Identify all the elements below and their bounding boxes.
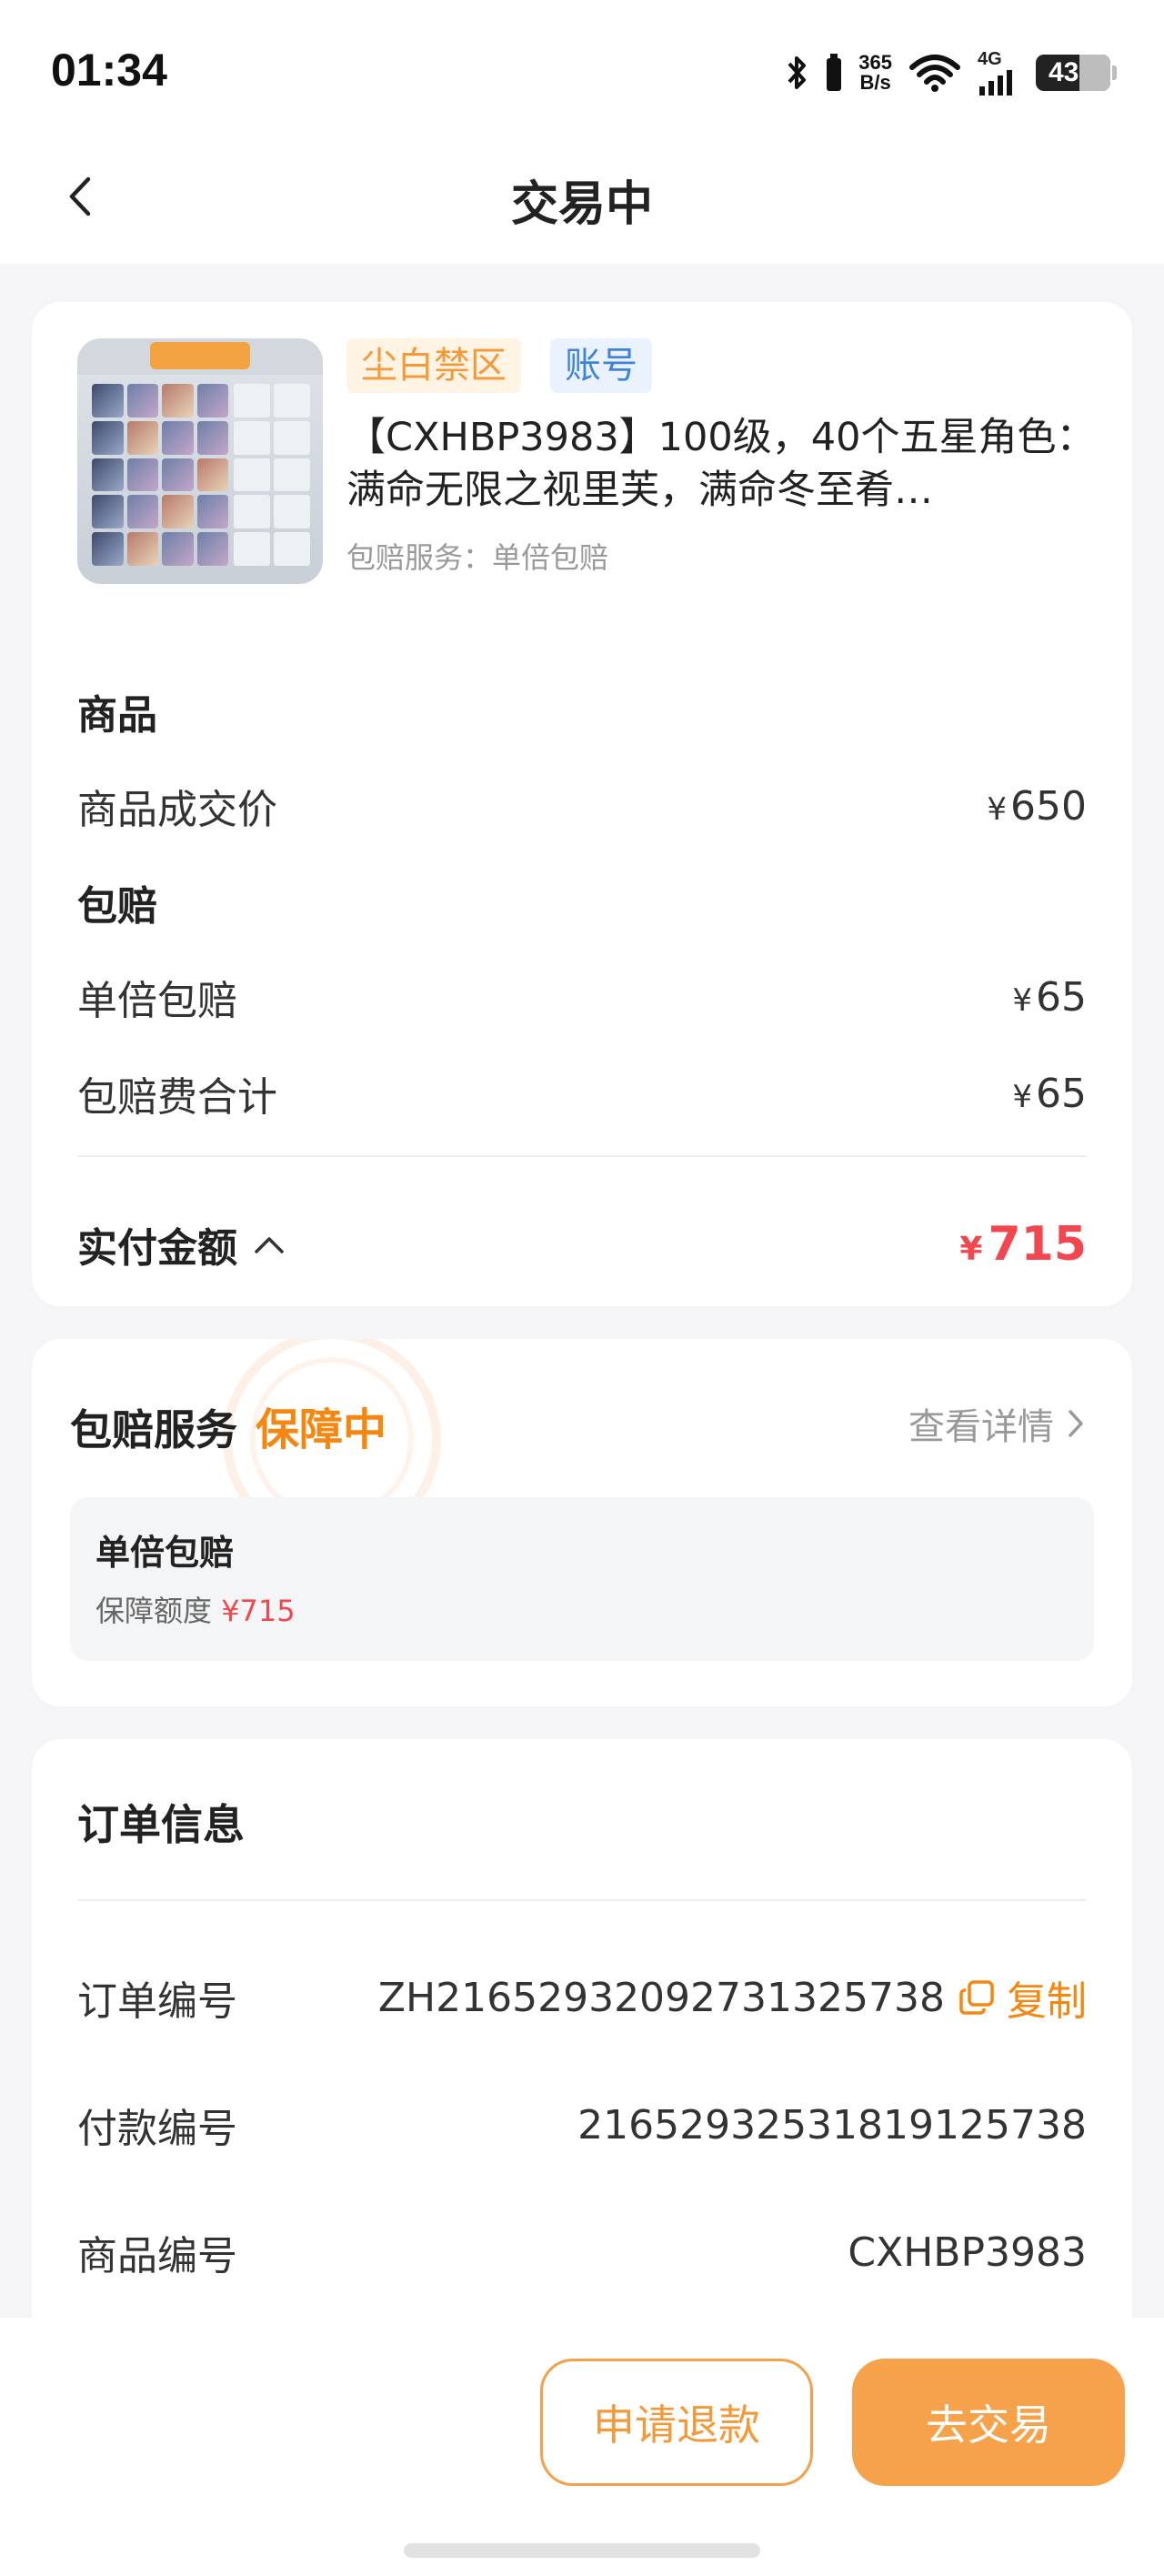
nav-bar: 交易中 bbox=[0, 127, 1164, 264]
product-thumbnail[interactable] bbox=[77, 338, 323, 584]
payment-number-label: 付款编号 bbox=[77, 2106, 237, 2152]
battery-level: 43 bbox=[1049, 57, 1079, 87]
goods-price-row: 商品成交价 ¥650 bbox=[77, 777, 1087, 835]
insurance-status: 保障中 bbox=[256, 1404, 387, 1455]
order-number-value: ZH2165293209273132573​8 bbox=[377, 1974, 945, 2021]
product-service: 包赔服务：单倍包赔 bbox=[346, 540, 609, 575]
insurance-title: 包赔服务 保障中 bbox=[70, 1394, 386, 1457]
order-number-row: 订单编号 ZH2165293209273132573​8 复制 bbox=[77, 1968, 1087, 2027]
insurance-card: 包赔服务 保障中 查看详情 单倍包赔 保障额度 ¥715 bbox=[32, 1339, 1132, 1706]
network-speed-value: 365 bbox=[858, 51, 892, 74]
copy-button[interactable]: 复制 bbox=[958, 1968, 1087, 2027]
status-time: 01:34 bbox=[51, 45, 167, 96]
divider bbox=[77, 1155, 1087, 1157]
payment-number-row: 付款编号 2165293253181912573​8 bbox=[77, 2096, 1087, 2154]
insurance-details-label: 查看详情 bbox=[908, 1406, 1054, 1448]
refund-button[interactable]: 申请退款 bbox=[540, 2359, 813, 2486]
copy-label: 复制 bbox=[1007, 1978, 1087, 2025]
order-info-title: 订单信息 bbox=[77, 1800, 245, 1849]
chevron-right-icon bbox=[1069, 1410, 1083, 1437]
insurance-total-label: 包赔费合计 bbox=[77, 1074, 277, 1121]
section-heading-goods: 商品 bbox=[77, 692, 157, 739]
order-number-label: 订单编号 bbox=[77, 1978, 237, 2025]
battery-icon: 43 bbox=[1036, 47, 1117, 98]
battery-body: 43 bbox=[1036, 55, 1110, 91]
insurance-title-text: 包赔服务 bbox=[70, 1405, 237, 1454]
insurance-details-link[interactable]: 查看详情 bbox=[908, 1397, 1085, 1450]
go-trade-button[interactable]: 去交易 bbox=[852, 2359, 1125, 2486]
goods-price-label: 商品成交价 bbox=[77, 787, 277, 833]
goods-number-row: 商品编号 CXHBP3983 bbox=[77, 2223, 1087, 2281]
paid-amount-toggle[interactable]: 实付金额 bbox=[77, 1215, 285, 1273]
paid-amount-label: 实付金额 bbox=[77, 1225, 237, 1272]
product-card: 尘白禁区 账号 【CXHBP3983】100级，40个五星角色：满命无限之视里芙… bbox=[32, 302, 1132, 1306]
payment-number-value: 2165293253181912573​8 bbox=[577, 2101, 1087, 2148]
coverage-amount: ¥715 bbox=[221, 1594, 296, 1628]
cellular-signal-icon: 4G bbox=[978, 47, 1019, 98]
divider bbox=[77, 1899, 1087, 1901]
section-heading-insurance: 包赔 bbox=[77, 883, 157, 930]
tag-item-type: 账号 bbox=[550, 338, 652, 393]
wifi-icon bbox=[908, 47, 961, 98]
insurance-coverage: 保障额度 ¥715 bbox=[95, 1588, 296, 1630]
single-insurance-label: 单倍包赔 bbox=[77, 978, 237, 1024]
insurance-plan-box: 单倍包赔 保障额度 ¥715 bbox=[70, 1497, 1094, 1661]
single-insurance-row: 单倍包赔 ¥65 bbox=[77, 968, 1087, 1026]
network-speed: 365 B/s bbox=[858, 53, 892, 93]
status-bar: 01:34 365 B/s 4G 43 bbox=[0, 0, 1164, 136]
goods-number-label: 商品编号 bbox=[77, 2233, 237, 2279]
paid-amount-value: ¥715 bbox=[959, 1217, 1087, 1272]
copy-icon bbox=[959, 1980, 994, 2015]
product-title[interactable]: 【CXHBP3983】100级，40个五星角色：满命无限之视里芙，满命冬至肴… bbox=[346, 411, 1110, 517]
bluetooth-icon bbox=[786, 47, 809, 98]
tag-game-region: 尘白禁区 bbox=[346, 338, 521, 393]
insurance-total-row: 包赔费合计 ¥65 bbox=[77, 1064, 1087, 1122]
insurance-total-value: ¥65 bbox=[1012, 1070, 1087, 1117]
goods-price-value: ¥650 bbox=[987, 782, 1087, 830]
network-speed-unit: B/s bbox=[859, 71, 891, 94]
bottom-action-bar: 申请退款 去交易 bbox=[0, 2318, 1164, 2576]
home-indicator[interactable] bbox=[404, 2543, 760, 2558]
insurance-plan-name: 单倍包赔 bbox=[95, 1533, 235, 1573]
page-title: 交易中 bbox=[510, 177, 653, 232]
network-type: 4G bbox=[978, 49, 1002, 69]
single-insurance-value: ¥65 bbox=[1012, 973, 1087, 1021]
coverage-label: 保障额度 bbox=[95, 1594, 213, 1628]
paid-amount-row: 实付金额 ¥715 bbox=[77, 1215, 1087, 1273]
chevron-up-icon bbox=[255, 1237, 284, 1253]
status-icons: 365 B/s 4G 43 bbox=[786, 45, 1117, 100]
battery-saver-icon bbox=[826, 47, 842, 98]
goods-number-value: CXHBP3983 bbox=[848, 2229, 1087, 2276]
